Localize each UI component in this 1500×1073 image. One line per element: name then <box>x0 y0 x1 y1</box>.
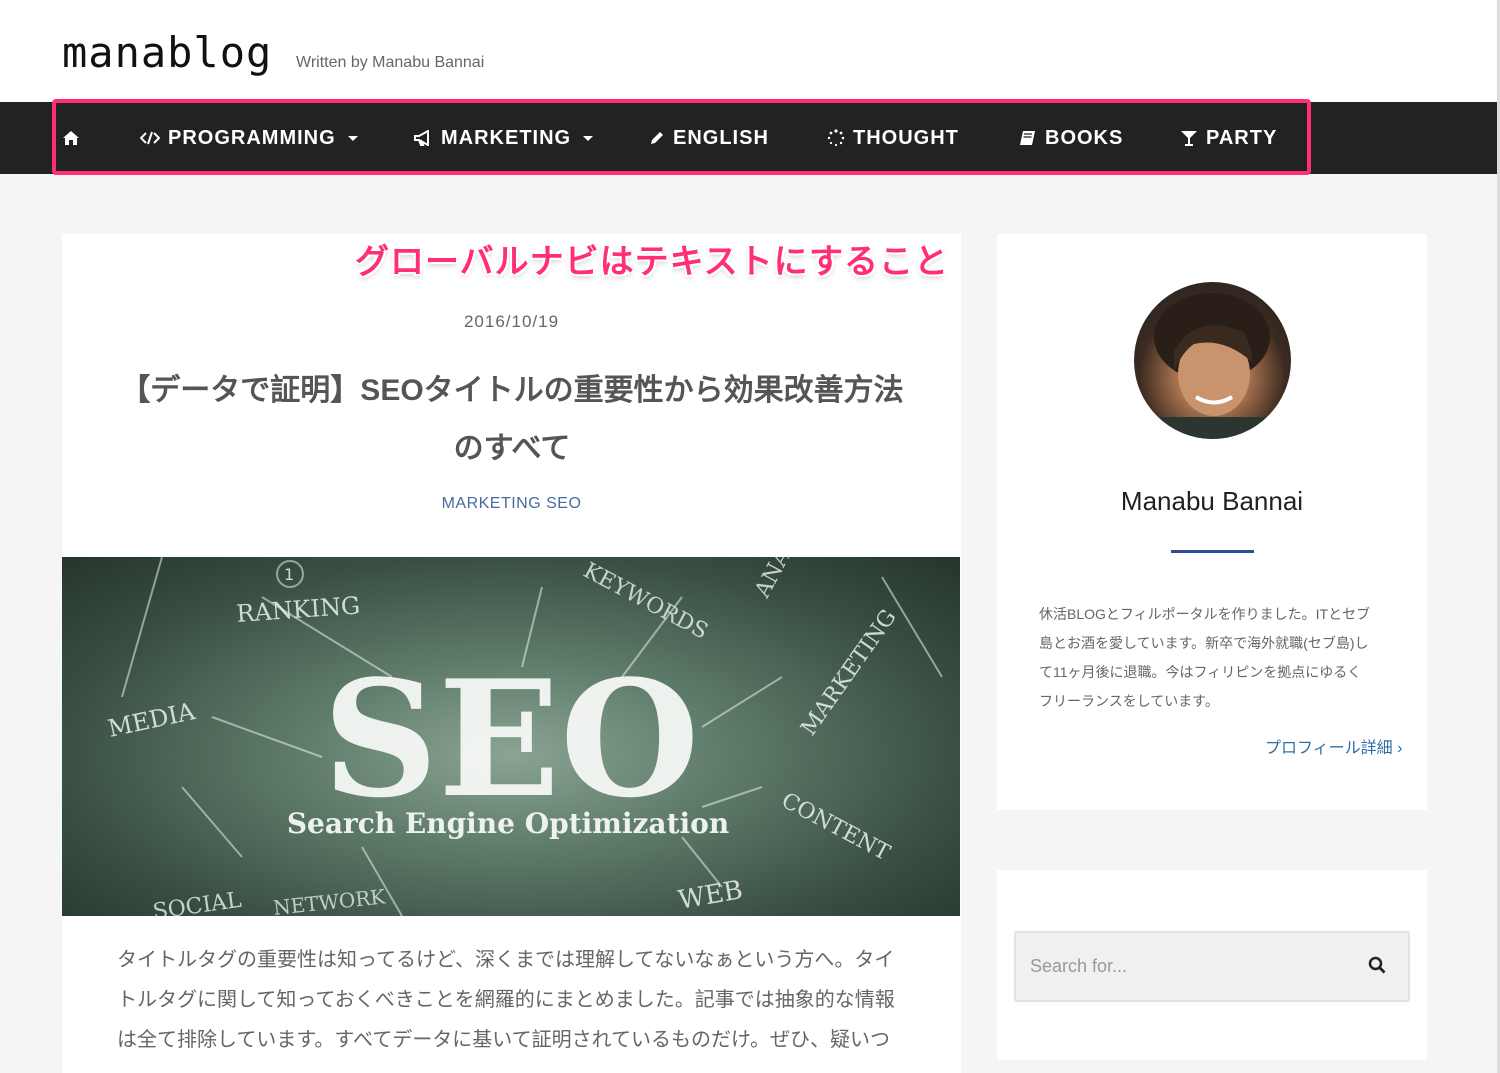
profile-bio-line: 島とお酒を愛しています。新卒で海外就職(セブ島)し <box>1039 635 1369 651</box>
hero-word-marketing: MARKETING <box>796 605 901 740</box>
spinner-icon <box>827 129 845 147</box>
hero-word-keywords: KEYWORDS <box>579 558 712 644</box>
avatar-illustration <box>1154 293 1274 439</box>
post-excerpt: タイトルタグの重要性は知ってるけど、深くまでは理解してないなぁという方へ。タイ … <box>117 940 912 1060</box>
hero-word-media: MEDIA <box>105 697 198 743</box>
nav-label-books: BOOKS <box>1045 126 1124 149</box>
search-icon <box>1368 956 1386 979</box>
nav-item-books[interactable]: BOOKS <box>1019 102 1123 174</box>
excerpt-line: タイトルタグの重要性は知ってるけど、深くまでは理解してないなぁという方へ。タイ <box>117 949 895 971</box>
chalk-line <box>181 786 243 858</box>
hero-word-network: NETWORK <box>272 884 387 916</box>
profile-name: Manabu Bannai <box>1120 486 1304 516</box>
profile-divider <box>1171 550 1254 553</box>
nav-label-thought: THOUGHT <box>853 126 959 149</box>
megaphone-icon <box>413 130 433 146</box>
post-title-line: のすべて <box>453 432 571 465</box>
nav-label-english: ENGLISH <box>673 126 769 149</box>
excerpt-line: トルタグに関して知っておくべきことを網羅的にまとめました。記事では抽象的な情報 <box>117 989 895 1011</box>
post-hero-image[interactable]: 1 RANKING KEYWORDS ANALYTICS MARKETING M… <box>62 557 960 916</box>
hero-word-ranking: RANKING <box>235 591 361 628</box>
hero-word-analytics: ANALYTICS <box>750 557 835 603</box>
nav-label-party: PARTY <box>1206 126 1278 149</box>
hero-word-social: SOCIAL <box>151 888 243 916</box>
nav-label-programming: PROGRAMMING <box>168 126 336 149</box>
nav-label-marketing: MARKETING <box>441 126 572 149</box>
home-icon <box>62 130 80 146</box>
hero-main-text: SEO <box>323 645 700 833</box>
book-icon <box>1019 130 1037 146</box>
hero-chalk-drawing: 1 RANKING KEYWORDS ANALYTICS MARKETING M… <box>105 557 943 916</box>
profile-bio-line: 休活BLOGとフィルポータルを作りました。ITとセブ <box>1039 606 1371 622</box>
chevron-down-icon <box>347 135 358 141</box>
hero-subtitle: Search Engine Optimization <box>287 807 729 840</box>
pencil-icon <box>649 130 665 146</box>
site-title[interactable]: manablog <box>62 28 272 77</box>
nav-item-party[interactable]: PARTY <box>1180 102 1277 174</box>
post-date: 2016/10/19 <box>463 312 560 331</box>
nav-item-thought[interactable]: THOUGHT <box>827 102 959 174</box>
site-header: manablog Written by Manabu Bannai <box>0 0 1500 102</box>
profile-detail-link[interactable]: プロフィール詳細 › <box>1265 734 1402 758</box>
post-categories[interactable]: MARKETING SEO <box>62 495 961 513</box>
search-button[interactable] <box>1360 951 1394 983</box>
profile-bio-line: て11ヶ月後に退職。今はフィリピンを拠点にゆるく <box>1039 664 1362 680</box>
annotation-text: グローバルナビはテキストにすること <box>355 243 949 281</box>
chalk-line <box>211 716 323 758</box>
cocktail-icon <box>1180 129 1198 147</box>
site-tagline: Written by Manabu Bannai <box>296 54 485 71</box>
nav-item-home[interactable] <box>62 102 88 174</box>
hero-word-web: WEB <box>676 875 745 916</box>
chevron-down-icon <box>583 135 594 141</box>
hero-word-content: CONTENT <box>777 788 894 866</box>
avatar <box>1134 282 1291 439</box>
chalk-line <box>701 786 763 808</box>
hero-badge-number: 1 <box>284 565 294 584</box>
post-title[interactable]: 【データで証明】SEOタイトルの重要性から効果改善方法 のすべて <box>112 362 912 478</box>
search-input[interactable] <box>1016 933 1346 1000</box>
profile-bio: 休活BLOGとフィルポータルを作りました。ITとセブ 島とお酒を愛しています。新… <box>1039 600 1389 716</box>
chalk-line <box>121 557 163 698</box>
nav-item-english[interactable]: ENGLISH <box>649 102 769 174</box>
excerpt-line: は全て排除しています。すべてデータに基いて証明されているものだけ。ぜひ、疑いつ <box>117 1029 890 1051</box>
nav-item-programming[interactable]: PROGRAMMING <box>140 102 358 174</box>
post-title-line: 【データで証明】SEOタイトルの重要性から効果改善方法 <box>120 374 904 407</box>
nav-item-marketing[interactable]: MARKETING <box>413 102 594 174</box>
code-icon <box>140 130 160 146</box>
chalk-line <box>701 676 783 728</box>
profile-bio-line: フリーランスをしています。 <box>1039 693 1219 709</box>
